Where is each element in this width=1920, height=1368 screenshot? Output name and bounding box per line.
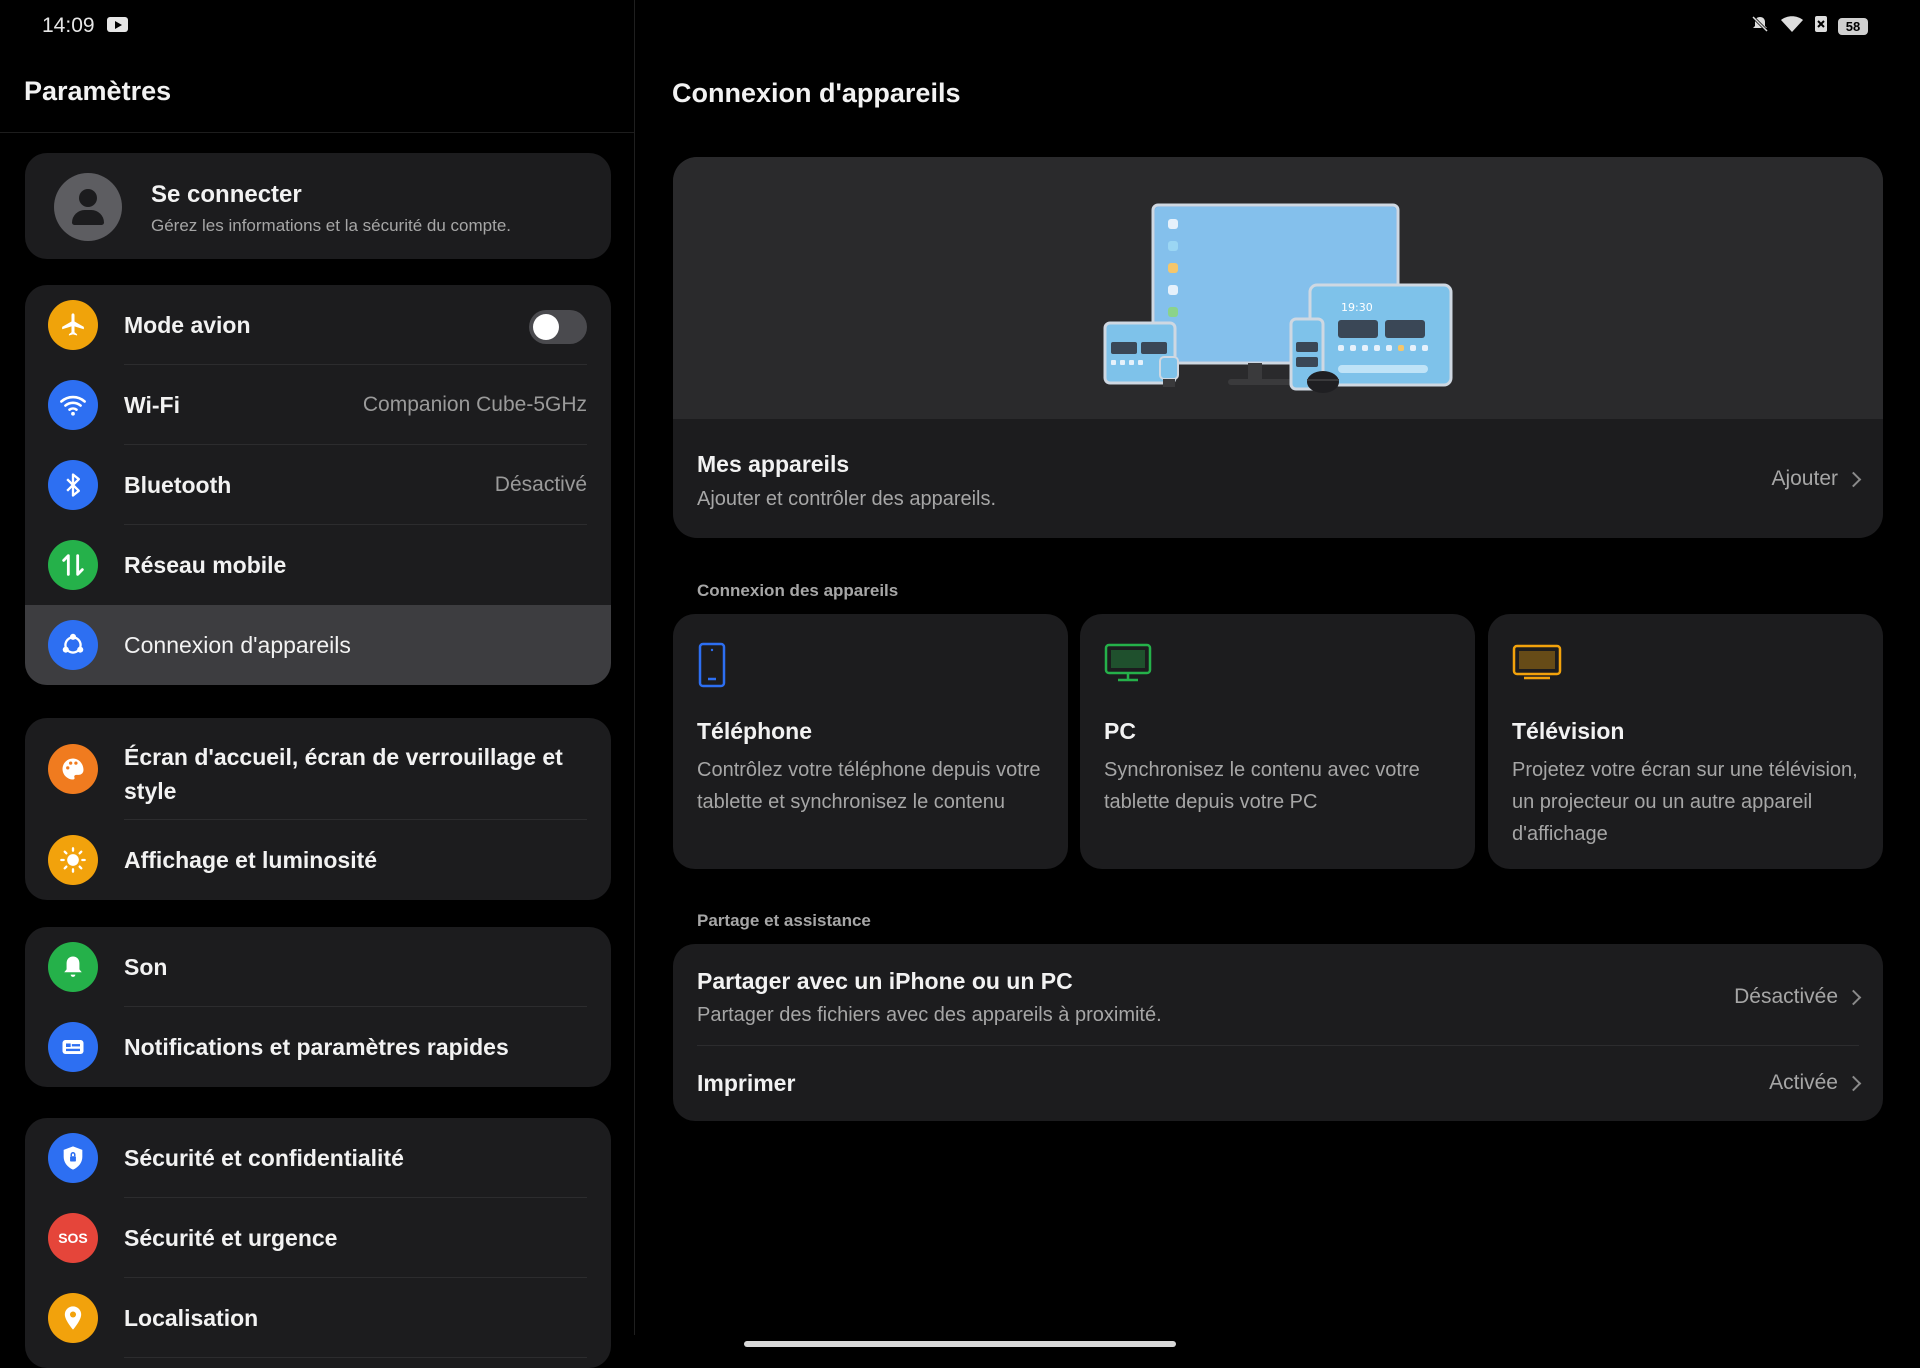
account-subtitle: Gérez les informations et la sécurité du… [151,216,511,235]
add-device-label: Ajouter [1771,467,1838,490]
share-iphone-pc-row[interactable]: Partager avec un iPhone ou un PC Partage… [673,944,1883,1045]
share-row-title: Partager avec un iPhone ou un PC [697,968,1073,994]
mobile-data-icon [48,540,98,590]
device-card-description: Synchronisez le contenu avec votre table… [1104,759,1420,813]
sidebar-item-label: Sécurité et confidentialité [124,1145,404,1171]
share-status: Désactivée [1734,985,1862,1009]
section-device-connection: Connexion des appareils [697,581,899,600]
share-card: Partager avec un iPhone ou un PC Partage… [673,944,1883,1121]
brightness-icon [48,835,98,885]
my-devices-card[interactable]: 19:30 Mes appareils Ajouter et contrôler… [673,157,1883,538]
print-row-title: Imprimer [697,1070,796,1096]
account-title: Se connecter [151,181,302,208]
title-divider [0,132,634,133]
wifi-icon [48,380,98,430]
bell-icon [48,942,98,992]
airplane-mode-toggle[interactable] [529,310,587,344]
illustration-clock: 19:30 [1341,301,1373,314]
sidebar-item-label: Localisation [124,1305,259,1331]
sidebar-item-emergency[interactable]: SOS Sécurité et urgence [25,1198,611,1278]
settings-group-display: Écran d'accueil, écran de verrouillage e… [25,718,611,900]
sidebar-item-privacy[interactable]: Sécurité et confidentialité [25,1118,611,1198]
settings-group-sound: Son Notifications et paramètres rapides [25,927,611,1087]
bluetooth-icon [48,460,98,510]
sidebar-item-display-brightness[interactable]: Affichage et luminosité [25,820,611,900]
sidebar-item-bluetooth[interactable]: Bluetooth Désactivé [25,445,611,525]
sidebar-item-label: Son [124,954,168,980]
sidebar-item-label: Notifications et paramètres rapides [124,1034,509,1060]
sidebar-item-notifications[interactable]: Notifications et paramètres rapides [25,1007,611,1087]
sidebar-item-label: Connexion d'appareils [124,632,351,658]
home-indicator[interactable] [744,1341,1176,1347]
wifi-network-name: Companion Cube-5GHz [362,393,587,416]
device-card-title: Téléphone [697,718,813,744]
page-title: Connexion d'appareils [672,78,961,108]
sidebar-item-airplane-mode[interactable]: Mode avion [25,285,611,365]
sidebar-item-label: Wi-Fi [124,392,180,418]
add-device-button[interactable]: Ajouter [1771,467,1862,491]
wifi-status-icon [1780,14,1804,39]
device-card-phone[interactable]: Téléphone Contrôlez votre téléphone depu… [673,614,1068,869]
device-card-tv[interactable]: Télévision Projetez votre écran sur une … [1488,614,1883,869]
share-status-value: Désactivée [1734,985,1838,1008]
devices-illustration: 19:30 [673,157,1883,419]
palette-icon [48,744,98,794]
sidebar-item-label: Sécurité et urgence [124,1225,338,1251]
tv-icon [1512,642,1562,689]
chevron-right-icon [1845,989,1862,1005]
settings-title: Paramètres [24,76,172,106]
airplane-icon [48,300,98,350]
sidebar-item-location[interactable]: Localisation [25,1278,611,1358]
sidebar-item-label: Bluetooth [124,472,232,498]
device-card-description: Projetez votre écran sur une télévision,… [1512,759,1858,845]
phone-icon [697,642,727,693]
sidebar-item-label: Réseau mobile [124,552,287,578]
location-icon [48,1293,98,1343]
share-row-subtitle: Partager des fichiers avec des appareils… [697,1004,1162,1026]
sos-icon: SOS [48,1213,98,1263]
print-status: Activée [1769,1071,1862,1095]
device-card-pc[interactable]: PC Synchronisez le contenu avec votre ta… [1080,614,1475,869]
device-card-description: Contrôlez votre téléphone depuis votre t… [697,759,1041,813]
mute-icon [1750,14,1770,39]
section-share-assist: Partage et assistance [697,911,871,930]
sidebar-item-label: Écran d'accueil, écran de verrouillage e… [124,744,563,804]
sidebar-item-home-screen[interactable]: Écran d'accueil, écran de verrouillage e… [25,718,611,820]
monitor-icon [1104,642,1152,689]
chevron-right-icon [1845,1075,1862,1091]
sidebar-item-label: Mode avion [124,312,251,338]
my-devices-title: Mes appareils [697,451,850,477]
status-icons: 58 [1750,14,1868,39]
avatar-icon [54,173,122,241]
account-card[interactable]: Se connecter Gérez les informations et l… [25,153,611,259]
print-status-value: Activée [1769,1071,1838,1094]
sidebar-item-sound[interactable]: Son [25,927,611,1007]
sos-badge: SOS [58,1230,88,1246]
battery-icon: 58 [1838,18,1868,35]
device-card-title: PC [1104,718,1136,744]
settings-sidebar: Paramètres Se connecter Gérez les inform… [0,0,634,1368]
my-devices-subtitle: Ajouter et contrôler des appareils. [697,488,997,510]
sidebar-item-label: Affichage et luminosité [124,847,378,873]
device-connection-icon [48,620,98,670]
print-row[interactable]: Imprimer Activée [673,1046,1883,1121]
settings-group-security: Sécurité et confidentialité SOS Sécurité… [25,1118,611,1368]
chevron-right-icon [1845,471,1862,487]
panel-divider [634,0,635,1335]
sidebar-item-mobile-network[interactable]: Réseau mobile [25,525,611,605]
sim-icon [1814,14,1828,39]
sidebar-item-device-connection[interactable]: Connexion d'appareils [25,605,611,685]
bluetooth-status: Désactivé [494,473,587,496]
notification-icon [48,1022,98,1072]
sidebar-item-wifi[interactable]: Wi-Fi Companion Cube-5GHz [25,365,611,445]
device-card-title: Télévision [1512,718,1625,744]
settings-group-network: Mode avion Wi-Fi Companion Cube-5GHz Blu… [25,285,611,685]
shield-icon [48,1133,98,1183]
